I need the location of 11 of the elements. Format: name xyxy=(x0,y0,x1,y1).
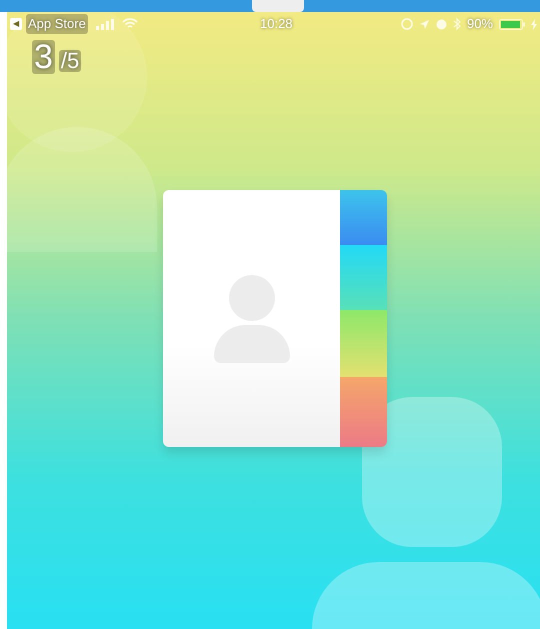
battery-icon xyxy=(499,18,525,30)
charging-icon xyxy=(531,18,537,30)
clock-time: 10:28 xyxy=(260,15,293,34)
battery-percentage: 90% xyxy=(466,15,493,34)
location-icon xyxy=(418,18,430,30)
bluetooth-icon xyxy=(452,18,461,30)
current-page-number: 3 xyxy=(32,40,55,74)
wifi-icon xyxy=(122,18,138,30)
signal-icon xyxy=(96,18,116,30)
pull-handle xyxy=(252,0,304,12)
back-icon[interactable]: ◀ xyxy=(10,18,22,30)
